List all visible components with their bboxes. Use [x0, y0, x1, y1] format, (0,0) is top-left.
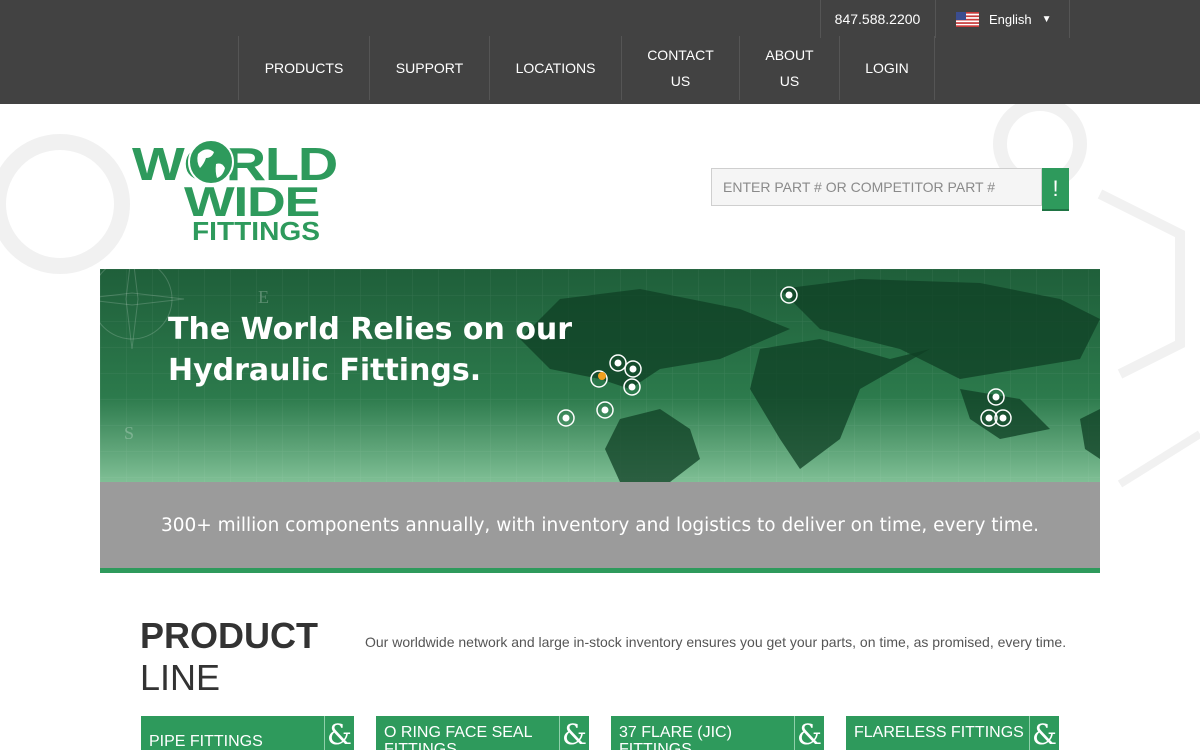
nav-about-us[interactable]: ABOUT US — [739, 36, 839, 100]
top-bar: 847.588.2200 English ▼ PRODUCTS SUPPORT … — [0, 0, 1200, 104]
product-line-heading-bold: PRODUCT — [140, 615, 318, 656]
nav-locations[interactable]: LOCATIONS — [489, 36, 621, 100]
product-card-o-ring-face-seal[interactable]: O RING FACE SEAL FITTINGS & — [376, 716, 589, 750]
language-label: English — [989, 11, 1032, 27]
product-card-label: PIPE FITTINGS — [149, 733, 263, 750]
product-line-heading: PRODUCT LINE — [140, 616, 318, 698]
nav-support[interactable]: SUPPORT — [369, 36, 489, 100]
product-card-37-flare-jic[interactable]: 37 FLARE (JIC) FITTINGS & — [611, 716, 824, 750]
hero-banner: E S The World Relies on our Hydraulic Fi… — [100, 269, 1100, 482]
nav-login[interactable]: LOGIN — [839, 36, 935, 100]
world-wide-fittings-logo[interactable]: WORLD WIDE FITTINGS — [132, 128, 342, 244]
globe-icon — [188, 139, 234, 185]
us-flag-icon — [956, 11, 979, 27]
language-selector[interactable]: English ▼ — [935, 0, 1070, 38]
hero-subtitle-bar: 300+ million components annually, with i… — [100, 482, 1100, 568]
svg-text:FITTINGS: FITTINGS — [192, 216, 320, 244]
product-card-label: FLARELESS FITTINGS — [854, 724, 1024, 741]
chevron-down-icon: ▼ — [1041, 13, 1052, 25]
ampersand-icon: & — [1029, 716, 1059, 750]
nav-contact-us[interactable]: CONTACT US — [621, 36, 739, 100]
ampersand-icon: & — [559, 716, 589, 750]
product-card-label: O RING FACE SEAL FITTINGS — [384, 724, 532, 750]
main-nav: PRODUCTS SUPPORT LOCATIONS CONTACT US AB… — [238, 36, 935, 100]
hero-title: The World Relies on our Hydraulic Fittin… — [168, 312, 573, 388]
product-card-pipe-fittings[interactable]: PIPE FITTINGS & — [141, 716, 354, 750]
hero-subtitle: 300+ million components annually, with i… — [160, 514, 1039, 536]
ampersand-icon: & — [324, 716, 354, 750]
phone-number[interactable]: 847.588.2200 — [820, 0, 934, 38]
logo-line-fittings: FITTINGS — [192, 216, 320, 244]
ampersand-icon: & — [794, 716, 824, 750]
part-search-input[interactable] — [711, 168, 1042, 206]
product-line-description: Our worldwide network and large in-stock… — [365, 634, 1067, 650]
nav-products[interactable]: PRODUCTS — [238, 36, 369, 100]
compass-letter-s: S — [124, 423, 134, 443]
compass-letter-e: E — [258, 287, 269, 307]
product-line-heading-light: LINE — [140, 657, 221, 698]
hero-divider — [100, 568, 1100, 573]
product-card-flareless[interactable]: FLARELESS FITTINGS & — [846, 716, 1059, 750]
product-card-label: 37 FLARE (JIC) FITTINGS — [619, 724, 732, 750]
search-button[interactable]: ! — [1042, 168, 1069, 211]
